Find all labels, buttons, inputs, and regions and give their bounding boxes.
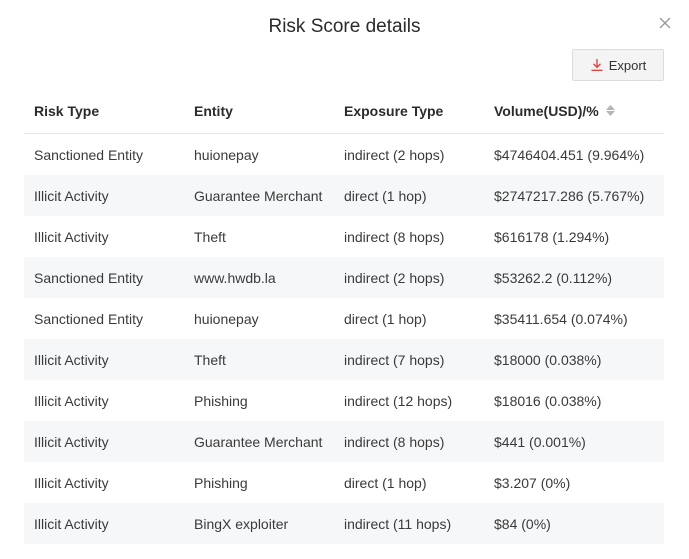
cell-risk-type: Illicit Activity <box>34 187 109 204</box>
cell-exposure-type: indirect (2 hops) <box>344 269 445 286</box>
table-body: Sanctioned Entity huionepay indirect (2 ho… <box>24 134 664 544</box>
cell-entity: BingX exploiter <box>194 515 289 532</box>
cell-entity: www.hwdb.la <box>194 269 276 286</box>
cell-risk-type: Illicit Activity <box>34 351 109 368</box>
cell-entity: Phishing <box>194 474 248 491</box>
cell-volume: $84 (0%) <box>494 515 551 532</box>
cell-volume: $18000 (0.038%) <box>494 351 602 368</box>
cell-exposure-type: direct (1 hop) <box>344 310 427 327</box>
cell-risk-type: Sanctioned Entity <box>34 269 143 286</box>
table-row: Illicit Activity Theft indirect (8 hops) $6… <box>24 216 664 257</box>
table-row: Sanctioned Entity huionepay indirect (2 ho… <box>24 134 664 175</box>
cell-risk-type: Sanctioned Entity <box>34 310 143 327</box>
table-row: Illicit Activity Guarantee Merchant direct… <box>24 175 664 216</box>
risk-score-dialog: Risk Score details Export Risk Type Enti… <box>0 0 689 559</box>
cell-risk-type: Illicit Activity <box>34 392 109 409</box>
cell-entity: Guarantee Merchant <box>194 187 323 204</box>
table-header: Risk Type Entity Exposure Type Volume(US… <box>24 88 664 134</box>
export-button[interactable]: Export <box>572 49 664 81</box>
download-icon <box>590 58 604 72</box>
cell-entity: huionepay <box>194 310 259 327</box>
cell-volume: $53262.2 (0.112%) <box>494 269 613 286</box>
cell-risk-type: Illicit Activity <box>34 228 109 245</box>
cell-volume: $441 (0.001%) <box>494 433 586 450</box>
cell-exposure-type: indirect (7 hops) <box>344 351 445 368</box>
cell-exposure-type: indirect (2 hops) <box>344 146 445 163</box>
header-volume-label: Volume(USD)/% <box>494 102 599 119</box>
table-row: Illicit Activity Guarantee Merchant indire… <box>24 421 664 462</box>
cell-entity: Theft <box>194 351 226 368</box>
dialog-title: Risk Score details <box>268 16 421 37</box>
header-risk-type: Risk Type <box>34 102 100 119</box>
cell-exposure-type: direct (1 hop) <box>344 474 427 491</box>
cell-exposure-type: indirect (8 hops) <box>344 433 445 450</box>
table-row: Illicit Activity Theft indirect (7 hops) $1… <box>24 339 664 380</box>
risk-table: Risk Type Entity Exposure Type Volume(US… <box>24 88 664 544</box>
cell-exposure-type: indirect (11 hops) <box>344 515 452 532</box>
close-icon[interactable] <box>656 14 674 32</box>
table-row: Illicit Activity BingX exploiter indirect … <box>24 503 664 544</box>
cell-entity: Guarantee Merchant <box>194 433 323 450</box>
table-row: Sanctioned Entity www.hwdb.la indirect (2 … <box>24 257 664 298</box>
cell-volume: $616178 (1.294%) <box>494 228 610 245</box>
table-row: Illicit Activity Phishing indirect (12 hop… <box>24 380 664 421</box>
cell-entity: Phishing <box>194 392 248 409</box>
table-row: Illicit Activity Phishing direct (1 hop) $3… <box>24 462 664 503</box>
header-volume[interactable]: Volume(USD)/% <box>484 103 664 119</box>
cell-risk-type: Illicit Activity <box>34 474 109 491</box>
cell-risk-type: Sanctioned Entity <box>34 146 143 163</box>
cell-volume: $2747217.286 (5.767%) <box>494 187 645 204</box>
cell-exposure-type: direct (1 hop) <box>344 187 427 204</box>
cell-exposure-type: indirect (12 hops) <box>344 392 453 409</box>
cell-risk-type: Illicit Activity <box>34 433 109 450</box>
cell-risk-type: Illicit Activity <box>34 515 109 532</box>
cell-volume: $18016 (0.038%) <box>494 392 602 409</box>
cell-volume: $4746404.451 (9.964%) <box>494 146 645 163</box>
header-exposure-type: Exposure Type <box>344 102 444 119</box>
sort-icon[interactable] <box>605 105 615 116</box>
cell-exposure-type: indirect (8 hops) <box>344 228 445 245</box>
cell-volume: $3.207 (0%) <box>494 474 571 491</box>
export-label: Export <box>608 57 647 73</box>
header-entity: Entity <box>194 102 233 119</box>
cell-entity: Theft <box>194 228 226 245</box>
cell-entity: huionepay <box>194 146 259 163</box>
cell-volume: $35411.654 (0.074%) <box>494 310 628 327</box>
table-row: Sanctioned Entity huionepay direct (1 hop)… <box>24 298 664 339</box>
